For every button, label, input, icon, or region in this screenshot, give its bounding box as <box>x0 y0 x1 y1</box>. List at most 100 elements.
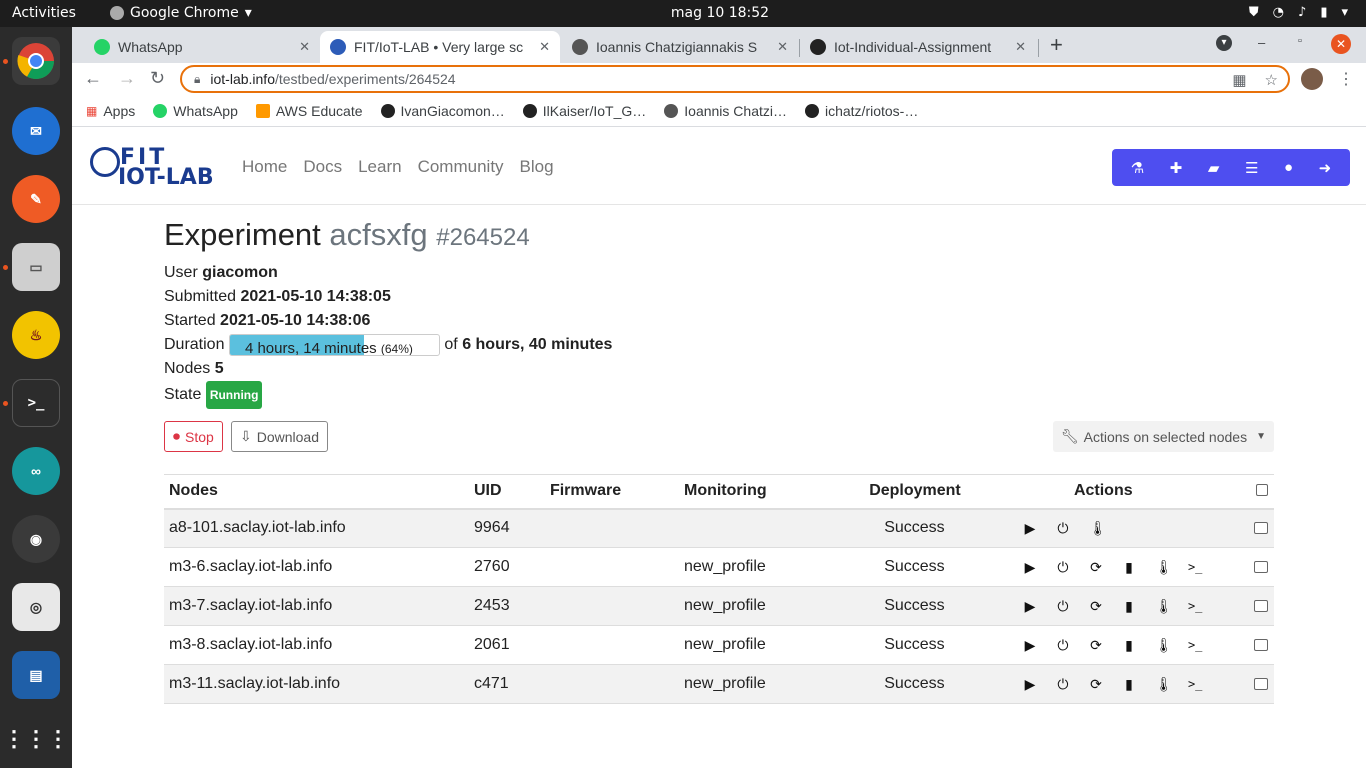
lock-icon[interactable]: 🔒︎ <box>194 72 200 87</box>
power-icon[interactable]: ⏻ <box>1056 676 1070 693</box>
row-checkbox[interactable] <box>1254 522 1268 535</box>
refresh-icon[interactable]: ⟳ <box>1089 598 1103 615</box>
stop-button[interactable]: ⏺ Stop <box>164 421 223 452</box>
arduino-dock-icon[interactable]: ∞ <box>12 447 60 495</box>
minimize-icon[interactable]: – <box>1258 35 1265 50</box>
reload-icon[interactable]: ↻ <box>150 68 165 89</box>
show-apps-icon[interactable]: ⋮⋮⋮ <box>3 715 69 763</box>
server-icon[interactable]: ☰ <box>1245 159 1258 177</box>
close-icon[interactable]: ✕ <box>539 39 550 55</box>
close-icon[interactable]: ✕ <box>777 39 788 55</box>
thermometer-icon[interactable]: 🌡︎ <box>1089 520 1107 537</box>
actions-dropdown[interactable]: 🔧︎ Actions on selected nodes ▼ <box>1052 421 1274 452</box>
thermometer-icon[interactable]: 🌡︎ <box>1155 637 1173 654</box>
libreoffice-writer-dock-icon[interactable]: ▤ <box>12 651 60 699</box>
rhythmbox-dock-icon[interactable]: ◎ <box>12 583 60 631</box>
close-icon[interactable]: ✕ <box>1015 39 1026 55</box>
play-icon[interactable]: ▶ <box>1023 637 1037 654</box>
bookmark-apps[interactable]: ▦ Apps <box>86 103 135 119</box>
row-checkbox[interactable] <box>1254 678 1268 690</box>
thermometer-icon[interactable]: 🌡︎ <box>1155 676 1173 693</box>
nav-home[interactable]: Home <box>242 157 287 177</box>
system-tray[interactable]: ⛊ ◔ ♪ ▮ ▾ <box>1249 5 1348 20</box>
play-icon[interactable]: ▶ <box>1023 559 1037 576</box>
thermometer-icon[interactable]: 🌡︎ <box>1155 559 1173 576</box>
bookmark-riotos[interactable]: ichatz/riotos-… <box>804 103 918 119</box>
tab-whatsapp[interactable]: WhatsApp ✕ <box>84 31 320 63</box>
download-button[interactable]: ⇩ Download <box>231 421 328 452</box>
chip-icon[interactable]: ▮ <box>1122 676 1136 693</box>
folder-icon[interactable]: ▰ <box>1208 159 1220 177</box>
bookmark-aws-educate[interactable]: AWS Educate <box>255 103 363 119</box>
nav-community[interactable]: Community <box>418 157 504 177</box>
volume-icon[interactable]: ♪ <box>1298 5 1306 20</box>
close-window-icon[interactable]: ✕ <box>1331 34 1351 54</box>
chip-icon[interactable]: ▮ <box>1122 598 1136 615</box>
thermometer-icon[interactable]: 🌡︎ <box>1155 598 1173 615</box>
terminal-icon[interactable]: >_ <box>1188 599 1202 613</box>
power-icon[interactable]: ⏻ <box>1056 598 1070 615</box>
bookmark-star-icon[interactable]: ☆ <box>1265 71 1278 89</box>
power-icon[interactable]: ⏻ <box>1056 559 1070 576</box>
logout-icon[interactable]: ➜ <box>1319 159 1332 177</box>
power-icon[interactable]: ⏻ <box>1056 637 1070 654</box>
nav-learn[interactable]: Learn <box>358 157 401 177</box>
row-checkbox[interactable] <box>1254 561 1268 573</box>
refresh-icon[interactable]: ⟳ <box>1089 676 1103 693</box>
chip-icon[interactable]: ▮ <box>1122 637 1136 654</box>
nav-docs[interactable]: Docs <box>303 157 342 177</box>
row-checkbox[interactable] <box>1254 600 1268 612</box>
profile-avatar[interactable] <box>1301 68 1323 90</box>
power-icon[interactable]: ⏻ <box>1056 520 1070 537</box>
terminal-icon[interactable]: >_ <box>1188 560 1202 574</box>
terminal-icon[interactable]: >_ <box>1188 677 1202 691</box>
fit-iotlab-logo[interactable]: FIT IOT-LAB <box>90 145 220 190</box>
col-uid[interactable]: UID <box>469 474 545 510</box>
qr-code-icon[interactable]: ▦ <box>1232 71 1246 89</box>
bookmark-ilkaiser[interactable]: IlKaiser/IoT_G… <box>522 103 646 119</box>
bookmark-ioannis[interactable]: Ioannis Chatzi… <box>664 103 787 119</box>
wifi-icon[interactable]: ◔ <box>1273 5 1284 20</box>
maximize-icon[interactable]: ▫ <box>1298 35 1302 47</box>
clock[interactable]: mag 10 18:52 <box>0 5 1366 21</box>
new-tab-icon[interactable]: + <box>1050 32 1063 58</box>
forward-icon[interactable]: → <box>118 68 136 89</box>
chrome-dock-icon[interactable] <box>12 37 60 85</box>
play-icon[interactable]: ▶ <box>1023 676 1037 693</box>
chevron-down-icon[interactable]: ▾ <box>1341 5 1348 20</box>
refresh-icon[interactable]: ⟳ <box>1089 637 1103 654</box>
bookmark-whatsapp[interactable]: WhatsApp <box>153 103 238 119</box>
refresh-icon[interactable]: ⟳ <box>1089 559 1103 576</box>
play-icon[interactable]: ▶ <box>1023 520 1037 537</box>
col-nodes[interactable]: Nodes <box>164 474 469 510</box>
bookmark-ivangiacomon[interactable]: IvanGiacomon… <box>380 103 505 119</box>
tab-ioannis[interactable]: Ioannis Chatzigiannakis S ✕ <box>562 31 798 63</box>
tab-search-icon[interactable]: ▾ <box>1216 35 1232 51</box>
plus-icon[interactable]: ✚ <box>1170 159 1183 177</box>
play-icon[interactable]: ▶ <box>1023 598 1037 615</box>
tab-iotlab[interactable]: FIT/IoT-LAB • Very large sc ✕ <box>320 31 560 63</box>
chip-icon[interactable]: ▮ <box>1122 559 1136 576</box>
close-icon[interactable]: ✕ <box>299 39 310 55</box>
col-deployment[interactable]: Deployment <box>869 474 1010 510</box>
postman-dock-icon[interactable]: ✎ <box>12 175 60 223</box>
terminal-icon[interactable]: >_ <box>1188 638 1202 652</box>
back-icon[interactable]: ← <box>84 68 102 89</box>
nav-blog[interactable]: Blog <box>520 157 554 177</box>
shield-icon[interactable]: ⛊ <box>1249 5 1259 20</box>
teapot-dock-icon[interactable]: ♨ <box>12 311 60 359</box>
flask-icon[interactable]: ⚗ <box>1131 159 1144 177</box>
user-icon[interactable]: ● <box>1284 159 1293 176</box>
terminal-dock-icon[interactable]: >_ <box>12 379 60 427</box>
row-checkbox[interactable] <box>1254 639 1268 651</box>
files-dock-icon[interactable]: ▭ <box>12 243 60 291</box>
col-monitoring[interactable]: Monitoring <box>678 474 870 510</box>
address-bar[interactable]: 🔒︎ iot-lab.info/testbed/experiments/2645… <box>180 65 1290 93</box>
thunderbird-dock-icon[interactable]: ✉ <box>12 107 60 155</box>
battery-icon[interactable]: ▮ <box>1320 5 1327 20</box>
tab-github[interactable]: Iot-Individual-Assignment ✕ <box>800 31 1036 63</box>
camera-dock-icon[interactable]: ◉ <box>12 515 60 563</box>
more-menu-icon[interactable]: ⋮ <box>1338 69 1354 89</box>
select-all-checkbox[interactable] <box>1256 484 1268 497</box>
col-firmware[interactable]: Firmware <box>544 474 679 510</box>
